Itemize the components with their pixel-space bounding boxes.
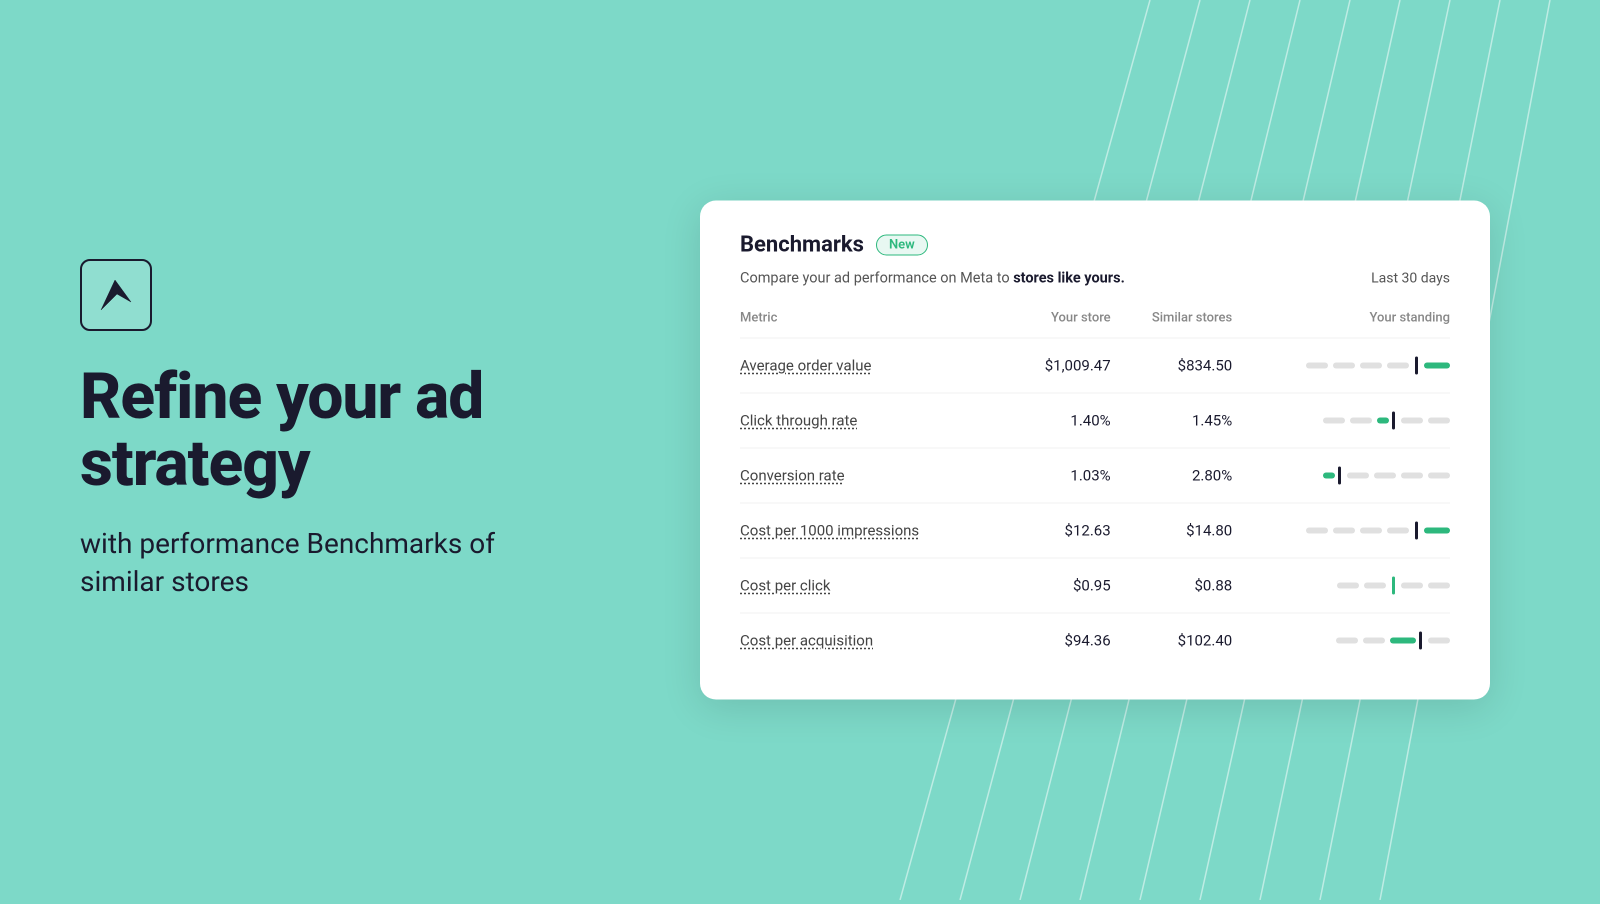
standing-bar [1232, 414, 1450, 428]
bar-marker [1392, 577, 1395, 595]
bar-marker [1419, 632, 1422, 650]
your-store-cell: 1.03% [1011, 448, 1111, 503]
metric-cell: Cost per 1000 impressions [740, 503, 1011, 558]
similar-stores-cell: $834.50 [1111, 338, 1233, 393]
bar-marker [1338, 467, 1341, 485]
metric-cell: Click through rate [740, 393, 1011, 448]
benchmarks-card: Benchmarks New Compare your ad performan… [700, 201, 1490, 700]
table-header-row: Metric Your store Similar stores Your st… [740, 303, 1450, 339]
metric-cell: Average order value [740, 338, 1011, 393]
col-standing: Your standing [1232, 303, 1450, 339]
subtitle-text: Compare your ad performance on Meta to s… [740, 270, 1125, 287]
last-days: Last 30 days [1371, 270, 1450, 286]
table-row: Cost per acquisition$94.36$102.40 [740, 613, 1450, 668]
table-row: Cost per click$0.95$0.88 [740, 558, 1450, 613]
your-store-cell: $94.36 [1011, 613, 1111, 668]
metric-cell: Conversion rate [740, 448, 1011, 503]
col-metric: Metric [740, 303, 1011, 339]
standing-cell [1232, 448, 1450, 503]
your-store-cell: $12.63 [1011, 503, 1111, 558]
card-header: Benchmarks New [740, 233, 1450, 258]
standing-bar [1232, 634, 1450, 648]
standing-bar [1232, 524, 1450, 538]
bar-marker [1415, 357, 1418, 375]
similar-stores-cell: $0.88 [1111, 558, 1233, 613]
table-row: Cost per 1000 impressions$12.63$14.80 [740, 503, 1450, 558]
logo-icon [93, 272, 139, 318]
your-store-cell: $1,009.47 [1011, 338, 1111, 393]
subtitle-bold: stores like yours. [1013, 270, 1125, 287]
table-row: Click through rate1.40%1.45% [740, 393, 1450, 448]
standing-cell [1232, 393, 1450, 448]
new-badge: New [876, 235, 928, 256]
left-panel: Refine your ad strategy with performance… [80, 0, 560, 900]
standing-bar [1232, 579, 1450, 593]
your-store-cell: 1.40% [1011, 393, 1111, 448]
your-store-cell: $0.95 [1011, 558, 1111, 613]
subtitle-prefix: Compare your ad performance on Meta to [740, 270, 1013, 287]
standing-cell [1232, 338, 1450, 393]
standing-cell [1232, 613, 1450, 668]
headline: Refine your ad strategy [80, 363, 560, 497]
similar-stores-cell: 2.80% [1111, 448, 1233, 503]
metric-cell: Cost per acquisition [740, 613, 1011, 668]
standing-cell [1232, 503, 1450, 558]
subheadline: with performance Benchmarks of similar s… [80, 525, 560, 601]
card-subtitle: Compare your ad performance on Meta to s… [740, 270, 1450, 287]
similar-stores-cell: $102.40 [1111, 613, 1233, 668]
table-row: Conversion rate1.03%2.80% [740, 448, 1450, 503]
bar-marker [1415, 522, 1418, 540]
logo [80, 259, 152, 331]
col-your-store: Your store [1011, 303, 1111, 339]
standing-bar [1232, 359, 1450, 373]
standing-cell [1232, 558, 1450, 613]
bar-marker [1392, 412, 1395, 430]
benchmarks-table: Metric Your store Similar stores Your st… [740, 303, 1450, 668]
similar-stores-cell: 1.45% [1111, 393, 1233, 448]
table-row: Average order value$1,009.47$834.50 [740, 338, 1450, 393]
metric-cell: Cost per click [740, 558, 1011, 613]
card-title: Benchmarks [740, 233, 864, 258]
col-similar-stores: Similar stores [1111, 303, 1233, 339]
standing-bar [1232, 469, 1450, 483]
similar-stores-cell: $14.80 [1111, 503, 1233, 558]
